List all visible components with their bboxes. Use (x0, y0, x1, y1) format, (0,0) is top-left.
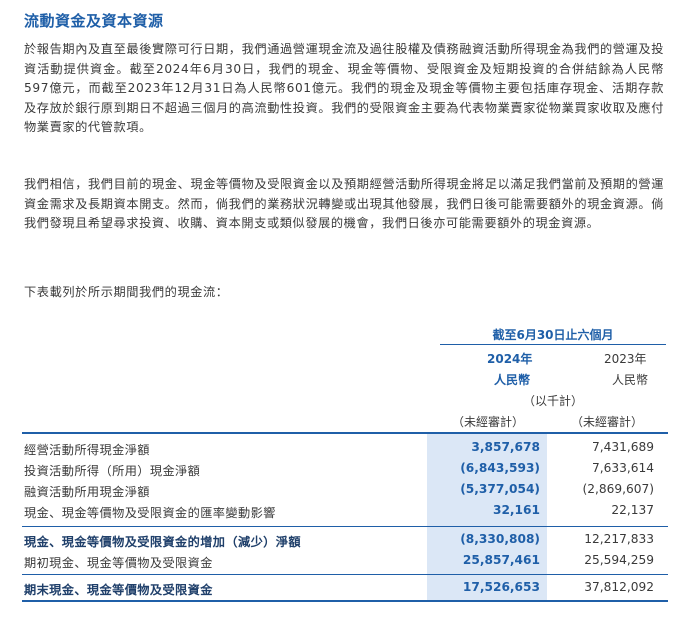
row-label: 期初現金、現金等價物及受限資金 (24, 556, 213, 570)
currency-2024-header: 人民幣 (494, 373, 531, 387)
audit-2024-header: （未經審計） (452, 415, 525, 429)
table-row: 現金、現金等價物及受限資金的增加（減少）淨額 (8,330,808) 12,21… (22, 530, 668, 550)
value-2024: (6,843,593) (460, 461, 540, 475)
year-2023-header: 2023年 (604, 352, 647, 366)
row-label: 現金、現金等價物及受限資金的增加（減少）淨額 (24, 535, 301, 549)
table-row: 現金、現金等價物及受限資金的匯率變動影響 32,161 22,137 (22, 501, 668, 521)
value-2024: 17,526,653 (462, 580, 540, 594)
value-2023: 22,137 (611, 503, 654, 517)
table-bottom-rule (22, 600, 668, 602)
value-2024: 3,857,678 (471, 440, 540, 454)
currency-2023-header: 人民幣 (612, 373, 649, 387)
row-label: 經營活動所得現金淨額 (24, 443, 150, 457)
value-2024: (8,330,808) (460, 532, 540, 546)
row-label: 現金、現金等價物及受限資金的匯率變動影響 (24, 506, 276, 520)
table-row: 投資活動所得（所用）現金淨額 (6,843,593) 7,633,614 (22, 459, 668, 479)
row-label: 投資活動所得（所用）現金淨額 (24, 464, 201, 478)
paragraph-liquidity: 於報告期內及直至最後實際可行日期，我們通過營運現金流及過往股權及債務融資活動所得… (24, 42, 664, 135)
value-2023: 12,217,833 (584, 532, 654, 546)
value-2024: (5,377,054) (460, 482, 540, 496)
value-2023: 25,594,259 (584, 553, 654, 567)
row-label: 期末現金、現金等價物及受限資金 (24, 583, 213, 597)
row-divider (22, 574, 668, 575)
year-2024-header: 2024年 (487, 352, 533, 366)
audit-2023-header: （未經審計） (571, 415, 644, 429)
value-2024: 25,857,461 (462, 553, 540, 567)
period-header: 截至6月30日止六個月 (492, 328, 614, 342)
row-divider (22, 526, 668, 527)
document-page: 流動資金及資本資源 於報告期內及直至最後實際可行日期，我們通過營運現金流及過往股… (0, 0, 692, 636)
section-title: 流動資金及資本資源 (24, 12, 164, 30)
table-row: 期初現金、現金等價物及受限資金 25,857,461 25,594,259 (22, 551, 668, 571)
value-2023: 7,431,689 (591, 440, 654, 454)
value-2023: 37,812,092 (584, 580, 654, 594)
value-2024: 32,161 (492, 503, 540, 517)
value-2023: (2,869,607) (582, 482, 654, 496)
paragraph-sufficiency: 我們相信，我們目前的現金、現金等價物及受限資金以及預期經營活動所得現金將足以滿足… (24, 177, 664, 231)
row-label: 融資活動所用現金淨額 (24, 485, 150, 499)
table-top-rule (22, 432, 668, 434)
value-2023: 7,633,614 (591, 461, 654, 475)
table-row: 經營活動所得現金淨額 3,857,678 7,431,689 (22, 438, 668, 458)
table-row: 期末現金、現金等價物及受限資金 17,526,653 37,812,092 (22, 578, 668, 598)
period-underline (440, 344, 666, 345)
table-row: 融資活動所用現金淨額 (5,377,054) (2,869,607) (22, 480, 668, 500)
unit-header: （以千計） (522, 394, 583, 408)
paragraph-table-intro: 下表載列於所示期間我們的現金流： (24, 285, 229, 299)
